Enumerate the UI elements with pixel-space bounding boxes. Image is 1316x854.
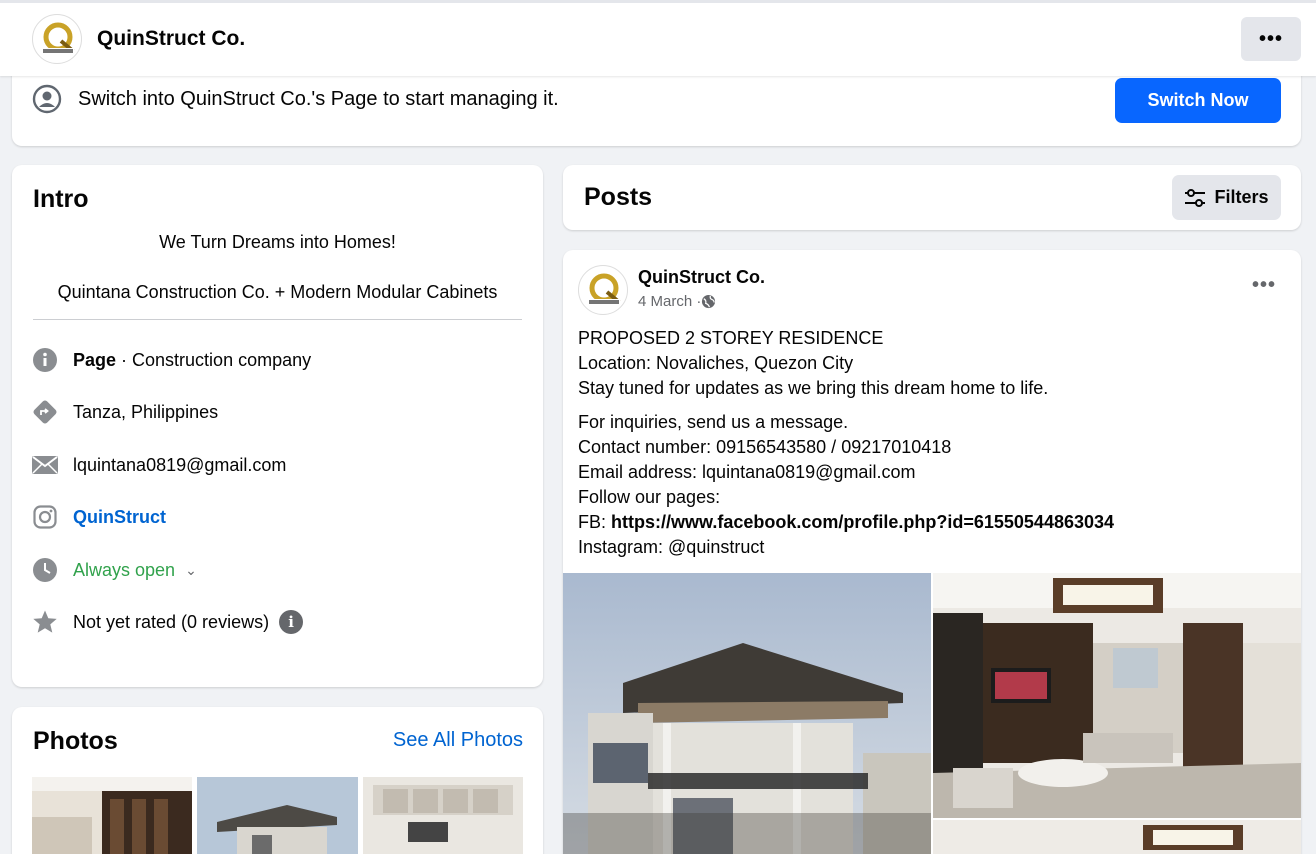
post-line: Location: Novaliches, Quezon City (578, 353, 854, 373)
rating-info-icon[interactable]: i (279, 610, 304, 634)
post-date[interactable]: 4 March · (638, 293, 701, 310)
clock-icon (32, 557, 58, 583)
post-card: QuinStruct Co. 4 March · ••• PROPOSED 2 … (563, 250, 1301, 854)
page-name[interactable]: QuinStruct Co. (97, 27, 245, 51)
post-image-ceiling[interactable] (933, 820, 1301, 854)
post-line: Email address: lquintana0819@gmail.com (578, 462, 916, 482)
post-image-house[interactable] (563, 573, 931, 854)
fb-prefix: FB: (578, 512, 612, 532)
intro-instagram-row: QuinStruct (32, 502, 166, 532)
photo-thumbnail[interactable] (363, 777, 523, 854)
see-all-photos-link[interactable]: See All Photos (393, 729, 523, 752)
info-icon (32, 347, 58, 373)
directions-icon (32, 399, 58, 425)
post-fb-line: FB: https://www.facebook.com/profile.php… (578, 510, 1286, 535)
hours-text[interactable]: Always open (73, 560, 175, 581)
page-category: · Construction company (116, 349, 312, 370)
post-line: PROPOSED 2 STOREY RESIDENCE (578, 328, 884, 348)
switch-profile-icon (32, 84, 62, 114)
more-options-button[interactable]: ••• (1241, 17, 1301, 61)
intro-bio-line-1: We Turn Dreams into Homes! (159, 232, 396, 252)
posts-header-card: Posts Filters (563, 165, 1301, 230)
post-timestamp[interactable]: 4 March · (638, 293, 716, 310)
posts-title: Posts (584, 183, 653, 211)
location-text: Tanza, Philippines (73, 401, 219, 422)
intro-bio-line-2: Quintana Construction Co. + Modern Modul… (57, 282, 498, 302)
post-line: Contact number: 09156543580 / 0921701041… (578, 437, 952, 457)
post-body: PROPOSED 2 STOREY RESIDENCE Location: No… (578, 326, 1286, 560)
switch-now-button[interactable]: Switch Now (1115, 78, 1281, 123)
star-icon (32, 609, 58, 635)
photos-card: Photos See All Photos (12, 707, 543, 854)
switch-banner-text: Switch into QuinStruct Co.'s Page to sta… (78, 88, 559, 110)
rating-text: Not yet rated (0 reviews) (73, 611, 270, 632)
globe-icon (702, 294, 716, 309)
page-label: Page (73, 349, 117, 370)
page-header: QuinStruct Co. ••• (0, 0, 1316, 76)
instagram-link[interactable]: QuinStruct (73, 507, 166, 528)
post-author-avatar[interactable] (578, 265, 628, 315)
post-line: For inquiries, send us a message. (578, 412, 849, 432)
chevron-down-icon[interactable]: ⌄ (185, 562, 197, 579)
email-text[interactable]: lquintana0819@gmail.com (73, 455, 286, 476)
instagram-icon (32, 504, 58, 530)
intro-email-row: lquintana0819@gmail.com (32, 450, 286, 480)
post-more-options-button[interactable]: ••• (1252, 274, 1276, 297)
post-line: Instagram: @quinstruct (578, 537, 765, 557)
intro-rating-row: Not yet rated (0 reviews) i (32, 607, 304, 637)
intro-location-row: Tanza, Philippines (32, 397, 218, 427)
post-line: Follow our pages: (578, 487, 721, 507)
fb-profile-link[interactable]: https://www.facebook.com/profile.php?id=… (611, 512, 1114, 532)
intro-category-row: Page · Construction company (32, 345, 311, 375)
intro-card: Intro We Turn Dreams into Homes! Quintan… (12, 165, 543, 687)
envelope-icon (32, 452, 58, 478)
post-line: Stay tuned for updates as we bring this … (578, 378, 1049, 398)
post-author-name[interactable]: QuinStruct Co. (638, 267, 765, 288)
switch-profile-banner: Switch into QuinStruct Co.'s Page to sta… (12, 70, 1301, 146)
page-logo[interactable] (32, 14, 82, 64)
intro-hours-row: Always open ⌄ (32, 555, 197, 585)
intro-title: Intro (33, 185, 89, 213)
photos-title: Photos (33, 727, 118, 755)
filters-label: Filters (1214, 187, 1269, 207)
photo-thumbnail[interactable] (32, 777, 192, 854)
photo-thumbnail[interactable] (197, 777, 358, 854)
intro-divider (33, 319, 522, 320)
filters-button[interactable]: Filters (1172, 175, 1281, 220)
filters-icon (1185, 188, 1206, 207)
post-image-living-room[interactable] (933, 573, 1301, 818)
